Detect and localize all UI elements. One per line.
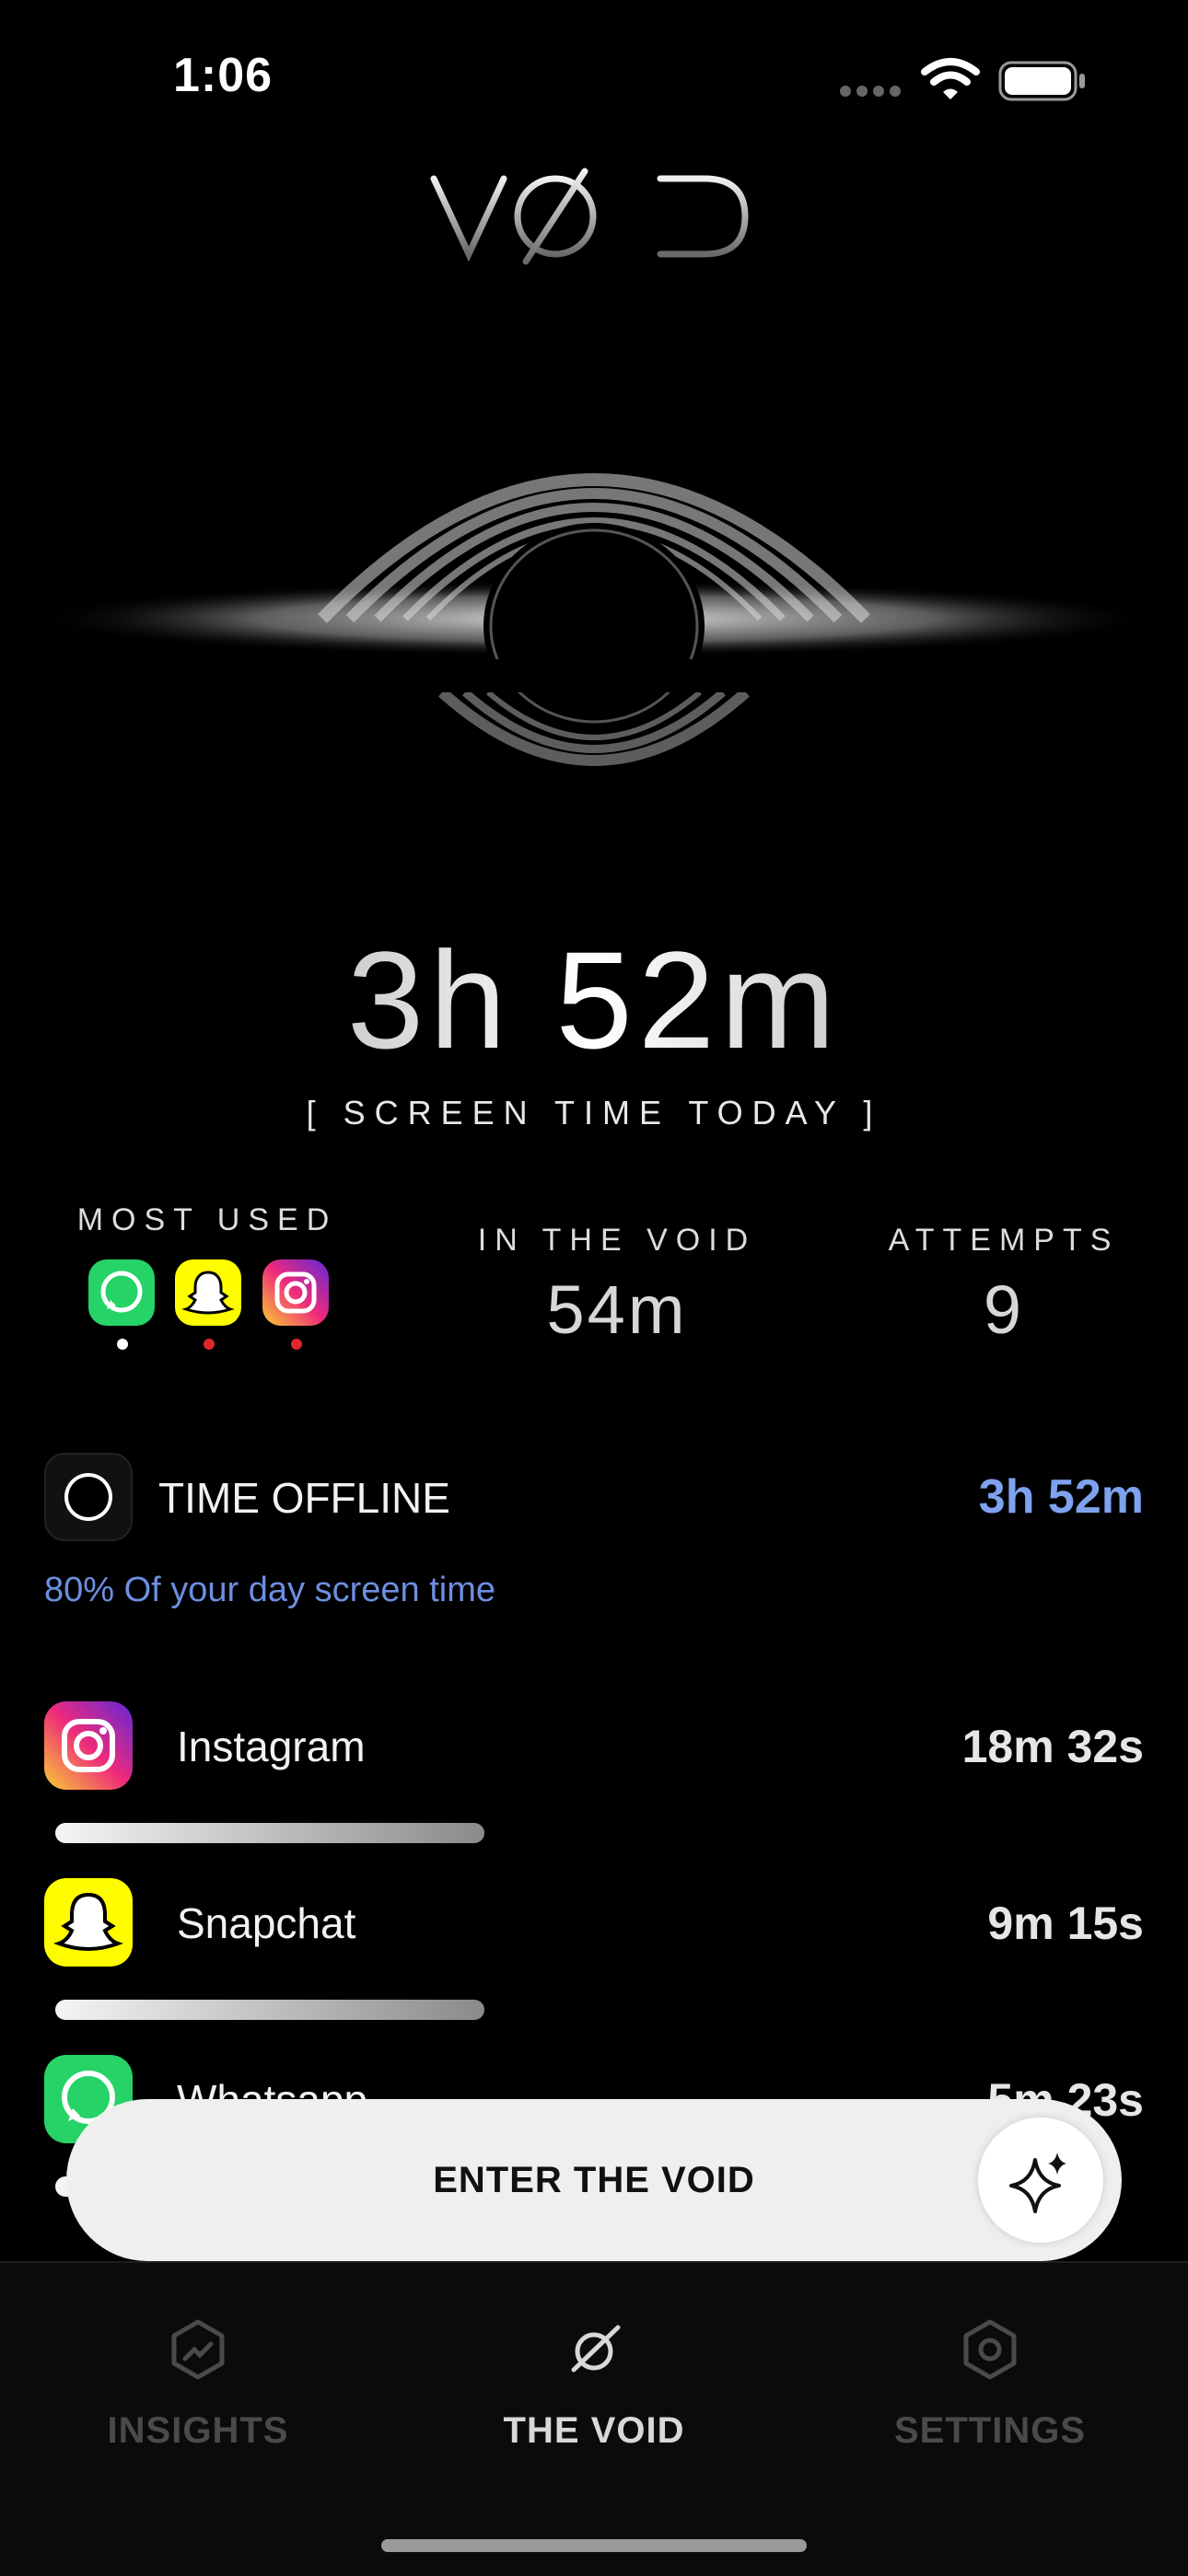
tab-insights-label: INSIGHTS (107, 2410, 289, 2451)
sparkle-button[interactable] (978, 2118, 1103, 2243)
tab-insights[interactable]: INSIGHTS (0, 2263, 396, 2475)
battery-icon (998, 61, 1085, 101)
tab-bar: INSIGHTS THE VOID SETTINGS (0, 2261, 1188, 2576)
app-name: Snapchat (177, 1899, 356, 1947)
usage-bar (55, 1823, 484, 1843)
most-used-label: MOST USED (76, 1202, 338, 1237)
app-usage-row[interactable]: Instagram 18m 32s (44, 1701, 1144, 1849)
instagram-icon (44, 1701, 133, 1790)
usage-bar (55, 2000, 484, 2020)
time-offline-label: TIME OFFLINE (158, 1474, 450, 1522)
screen-time-today-value: 3h 52m (0, 921, 1188, 1080)
time-offline-value: 3h 52m (978, 1470, 1144, 1524)
enter-the-void-label: ENTER THE VOID (433, 2160, 755, 2200)
time-offline-subtitle: 80% Of your day screen time (44, 1571, 495, 1609)
app-time: 9m 15s (987, 1897, 1144, 1949)
enter-the-void-button[interactable]: ENTER THE VOID (66, 2099, 1122, 2261)
app-usage-row[interactable]: Snapchat 9m 15s (44, 1878, 1144, 2025)
whatsapp-icon[interactable] (88, 1259, 155, 1350)
snapchat-icon (44, 1878, 133, 1967)
insights-icon (171, 2319, 225, 2380)
black-hole-illustration (32, 473, 1156, 766)
tab-settings-label: SETTINGS (893, 2410, 1087, 2451)
home-indicator[interactable] (381, 2539, 807, 2552)
most-used-apps (88, 1259, 345, 1350)
tab-the-void-label: THE VOID (503, 2410, 685, 2451)
tab-the-void[interactable]: THE VOID (396, 2263, 792, 2475)
eclipse-icon (44, 1453, 133, 1541)
wifi-icon (921, 58, 980, 99)
screen-time-today-label: [ SCREEN TIME TODAY ] (306, 1094, 882, 1131)
snapchat-icon[interactable] (175, 1259, 242, 1350)
attempts-label: ATTEMPTS (888, 1223, 1120, 1258)
tab-settings[interactable]: SETTINGS (792, 2263, 1188, 2475)
attempts-value: 9 (983, 1271, 1025, 1348)
instagram-icon[interactable] (262, 1259, 329, 1350)
app-time: 18m 32s (961, 1721, 1144, 1772)
app-logo (0, 166, 1188, 272)
status-time: 1:06 (173, 49, 274, 102)
sparkle-icon (1009, 2152, 1066, 2213)
app-name: Instagram (177, 1723, 366, 1770)
planet-icon (571, 2325, 621, 2373)
void-wordmark (430, 168, 749, 265)
in-the-void-value: 54m (546, 1271, 688, 1348)
in-the-void-label: IN THE VOID (477, 1223, 757, 1258)
cellular-signal-icon (840, 85, 906, 101)
settings-icon (963, 2319, 1017, 2380)
